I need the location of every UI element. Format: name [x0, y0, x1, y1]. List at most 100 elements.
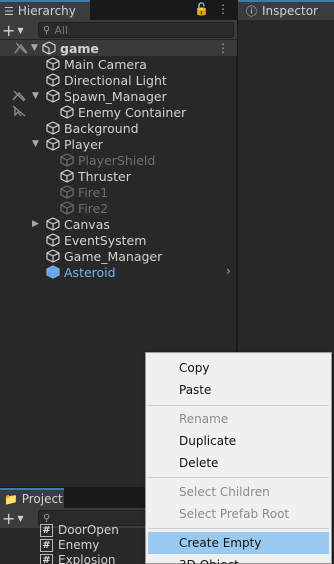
hierarchy-item-label: Asteroid: [64, 264, 116, 280]
gameobject-cube-icon: [46, 217, 60, 231]
hierarchy-item[interactable]: ▶ Canvas: [32, 216, 110, 232]
hierarchy-item-label: Spawn_Manager: [64, 88, 167, 104]
hierarchy-tab-label: Hierarchy: [17, 4, 76, 18]
hierarchy-item-label: Directional Light: [64, 72, 167, 88]
hierarchy-item-label: Background: [64, 120, 139, 136]
menu-item-3d-object[interactable]: 3D Object: [146, 554, 331, 564]
scene-name: game: [60, 40, 99, 56]
hierarchy-item[interactable]: Fire2: [56, 200, 108, 216]
hierarchy-item[interactable]: Game_Manager: [42, 248, 162, 264]
hierarchy-item[interactable]: Fire1: [56, 184, 108, 200]
hierarchy-tab[interactable]: ☰ Hierarchy: [0, 0, 90, 20]
pick-disabled-icon[interactable]: [12, 105, 26, 119]
gameobject-cube-icon: [60, 105, 74, 119]
hierarchy-toolbar: + ▼ ⚲ All: [0, 20, 237, 40]
project-item-label: Enemy: [58, 538, 100, 552]
gameobject-cube-icon: [60, 185, 74, 199]
project-item-label: Explosion: [58, 553, 116, 564]
menu-item-paste[interactable]: Paste: [146, 379, 331, 401]
hierarchy-item-label: Canvas: [64, 216, 110, 232]
hierarchy-item-label: Main Camera: [64, 56, 147, 72]
list-icon: ☰: [4, 4, 14, 18]
gameobject-cube-icon: [46, 137, 60, 151]
prefab-cube-icon: [46, 265, 60, 279]
menu-item-create-empty[interactable]: Create Empty: [148, 532, 329, 554]
hierarchy-search-input[interactable]: ⚲ All: [38, 22, 234, 38]
hierarchy-item-label: Fire1: [78, 184, 109, 200]
project-item[interactable]: # Enemy: [40, 537, 99, 553]
project-item[interactable]: # DoorOpen: [40, 522, 119, 538]
project-create-button[interactable]: + ▼: [2, 508, 28, 528]
gameobject-cube-icon: [46, 57, 60, 71]
unity-scene-icon: [42, 41, 56, 55]
info-icon: ⓘ: [246, 5, 257, 18]
scene-row[interactable]: ▼ game ⋮: [0, 40, 237, 56]
inspector-tabbar: ⓘ Inspector: [238, 0, 334, 20]
menu-separator: [148, 405, 329, 406]
hierarchy-item-label: Enemy Container: [78, 104, 187, 120]
gameobject-cube-icon: [46, 121, 60, 135]
chevron-down-icon: ▼: [17, 25, 24, 35]
script-icon: #: [40, 553, 53, 564]
more-menu-icon[interactable]: ⋮: [217, 2, 229, 16]
hierarchy-item[interactable]: Main Camera: [42, 56, 147, 72]
menu-separator: [148, 477, 329, 478]
hierarchy-item[interactable]: EventSystem: [42, 232, 146, 248]
script-icon: #: [40, 523, 53, 537]
gameobject-cube-icon: [60, 201, 74, 215]
hierarchy-item[interactable]: ▼ Spawn_Manager: [32, 88, 167, 104]
hierarchy-item-label: Thruster: [78, 168, 131, 184]
inspector-tab-label: Inspector: [262, 4, 318, 18]
hidden-icon[interactable]: [12, 90, 26, 104]
hierarchy-tabbar: ☰ Hierarchy 🔓 ⋮: [0, 0, 237, 20]
hierarchy-item[interactable]: Background: [42, 120, 139, 136]
gameobject-cube-icon: [46, 249, 60, 263]
gameobject-cube-icon: [46, 233, 60, 247]
hierarchy-item[interactable]: Directional Light: [42, 72, 167, 88]
menu-separator: [148, 528, 329, 529]
menu-item-copy[interactable]: Copy: [146, 357, 331, 379]
hierarchy-item[interactable]: Asteroid: [42, 264, 116, 280]
hierarchy-item-label: Fire2: [78, 200, 109, 216]
script-icon: #: [40, 538, 53, 552]
menu-item-rename[interactable]: Rename: [146, 408, 331, 430]
hierarchy-item-label: Game_Manager: [64, 248, 163, 264]
visibility-toggle-icon[interactable]: [14, 42, 28, 54]
plus-icon: +: [2, 508, 16, 528]
chevron-down-icon: ▼: [17, 513, 24, 523]
gameobject-cube-icon: [46, 89, 60, 103]
hierarchy-header-icons: 🔓 ⋮: [194, 2, 229, 16]
menu-item-select-prefab-root[interactable]: Select Prefab Root: [146, 503, 331, 525]
hierarchy-item[interactable]: Thruster: [56, 168, 131, 184]
menu-item-duplicate[interactable]: Duplicate: [146, 430, 331, 452]
lock-icon[interactable]: 🔓: [194, 2, 209, 16]
search-placeholder: All: [54, 23, 68, 37]
scene-menu-icon[interactable]: ⋮: [217, 41, 229, 55]
expand-arrow-icon[interactable]: ▼: [31, 43, 41, 53]
hierarchy-item-label: PlayerShield: [78, 152, 156, 168]
inspector-tab[interactable]: ⓘ Inspector: [238, 0, 334, 20]
collapse-arrow-icon[interactable]: ▶: [32, 219, 46, 229]
hierarchy-item-label: Player: [64, 136, 103, 152]
gameobject-cube-icon: [60, 169, 74, 183]
project-item-label: DoorOpen: [58, 523, 119, 537]
hierarchy-item[interactable]: Enemy Container: [56, 104, 186, 120]
project-item[interactable]: # Explosion: [40, 552, 116, 564]
gameobject-cube-icon: [60, 153, 74, 167]
menu-item-delete[interactable]: Delete: [146, 452, 331, 474]
plus-icon: +: [2, 20, 16, 40]
gameobject-cube-icon: [46, 73, 60, 87]
context-menu: Copy Paste Rename Duplicate Delete Selec…: [145, 352, 332, 564]
hierarchy-item[interactable]: ▼ Player: [32, 136, 103, 152]
hierarchy-item[interactable]: PlayerShield: [56, 152, 155, 168]
project-tab-label: Project: [21, 492, 63, 506]
folder-icon: 📁: [4, 492, 18, 506]
open-prefab-chevron-icon[interactable]: ›: [226, 264, 231, 278]
expand-arrow-icon[interactable]: ▼: [32, 139, 46, 149]
menu-item-select-children[interactable]: Select Children: [146, 481, 331, 503]
hierarchy-item-label: EventSystem: [64, 232, 147, 248]
project-tab[interactable]: 📁 Project: [0, 488, 64, 508]
expand-arrow-icon[interactable]: ▼: [32, 91, 46, 101]
create-button[interactable]: + ▼: [2, 20, 28, 40]
search-icon: ⚲: [43, 24, 51, 36]
